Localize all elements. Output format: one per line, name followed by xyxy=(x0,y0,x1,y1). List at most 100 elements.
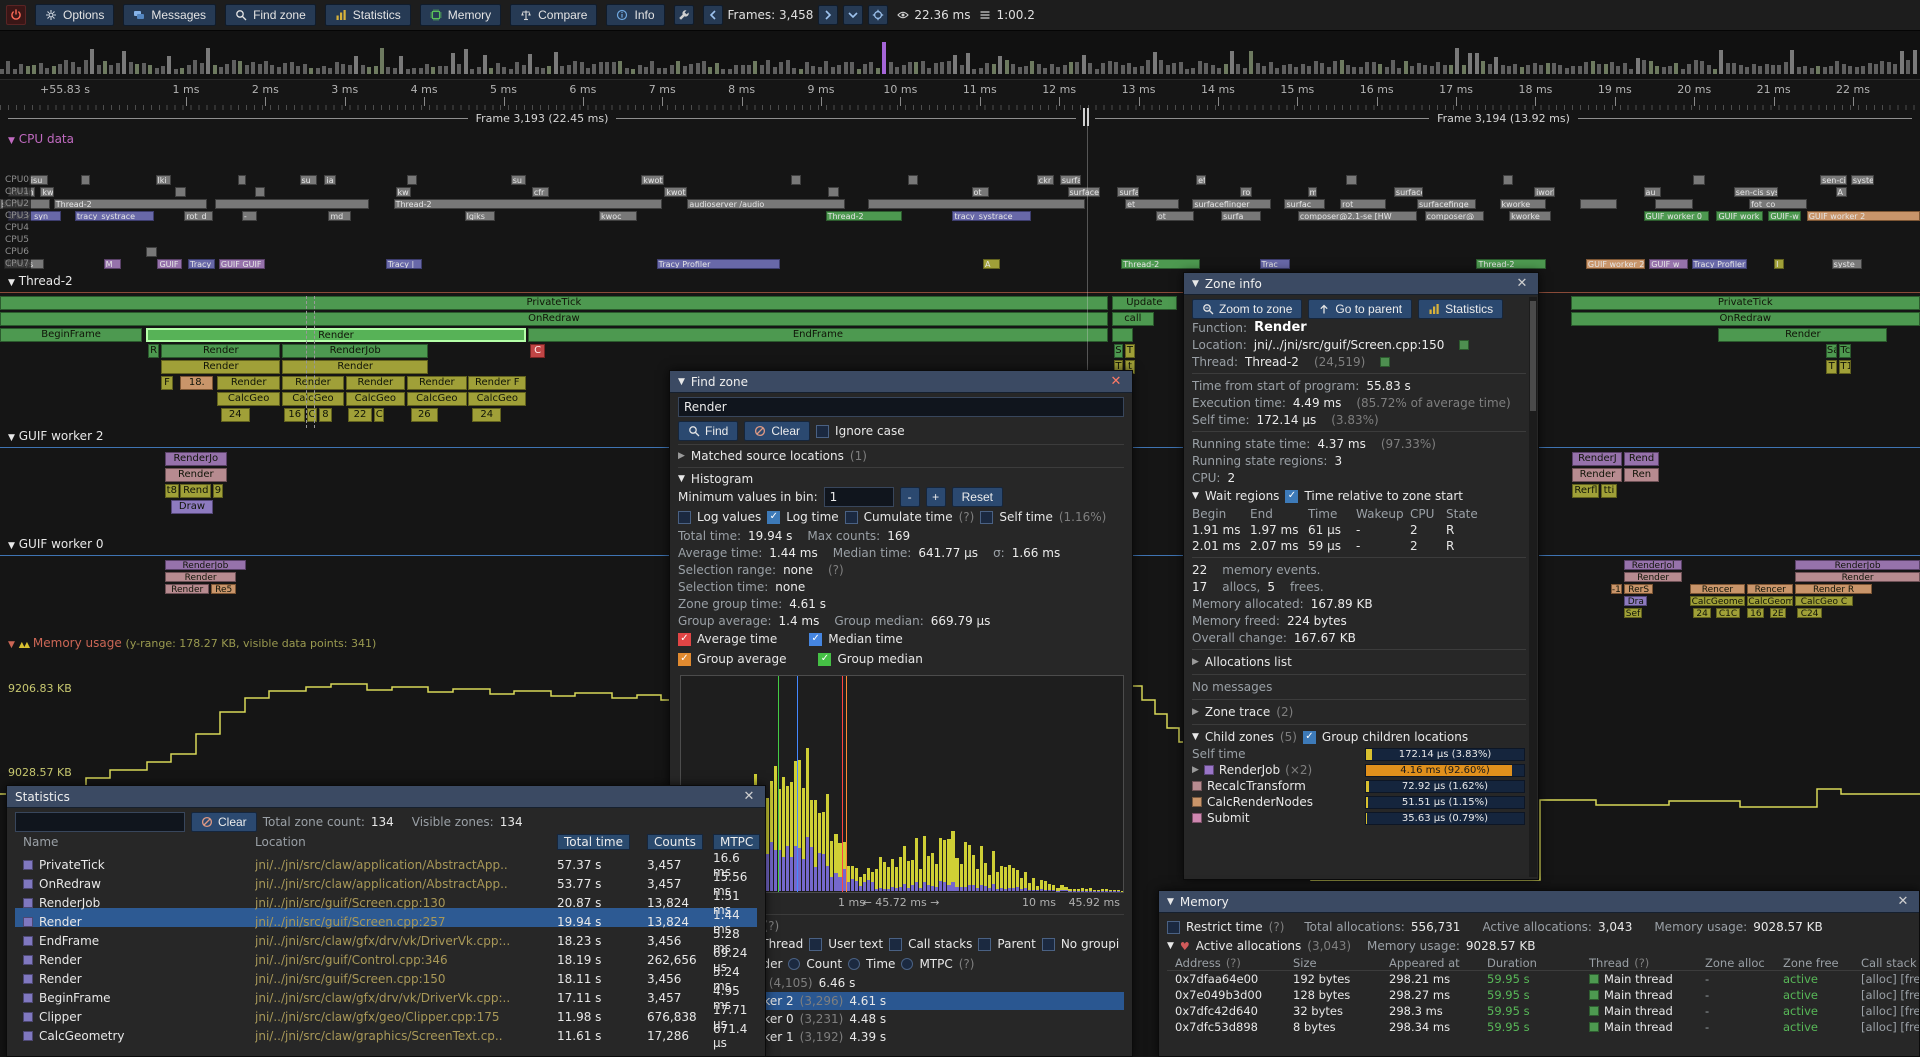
frame-bar[interactable] xyxy=(1668,66,1672,74)
collapse-icon[interactable]: ▼ xyxy=(1192,732,1199,742)
cpu-zone[interactable]: surfac xyxy=(1284,199,1324,209)
frame-bar[interactable] xyxy=(721,69,725,74)
cpu-zone[interactable] xyxy=(81,175,91,185)
timeline-zone[interactable]: C xyxy=(374,408,384,422)
frame-bar[interactable] xyxy=(1455,48,1459,74)
collapse-icon[interactable]: ▼ xyxy=(678,474,685,484)
cpu-zone[interactable]: composer@2.1-se [HW xyxy=(1298,211,1417,221)
prev-frame-button[interactable] xyxy=(703,5,723,25)
timeline-zone[interactable]: Rerfl xyxy=(1572,484,1599,498)
wait-table-row[interactable]: 2.01 ms2.07 ms59 μs-2R xyxy=(1192,538,1526,554)
histogram-bar[interactable] xyxy=(887,867,890,891)
timeline-zone[interactable]: RenderJob xyxy=(165,560,246,570)
frame-bar[interactable] xyxy=(1249,51,1253,74)
timeline-zone[interactable]: Render F xyxy=(468,376,526,390)
collapse-icon[interactable]: ▼ xyxy=(1167,897,1174,907)
frame-bar[interactable] xyxy=(934,63,938,75)
column-header[interactable]: Address(?) xyxy=(1175,956,1293,970)
frame-bar[interactable] xyxy=(1288,64,1292,74)
frame-bar[interactable] xyxy=(1166,65,1170,74)
frame-bar[interactable] xyxy=(45,68,49,74)
cpu-data-header[interactable]: ▼ CPU data xyxy=(8,132,74,146)
cpu-zone[interactable]: sen-cis xyxy=(1820,175,1847,185)
table-row[interactable]: Renderjni/../jni/src/guif/Screen.cpp:257… xyxy=(15,908,757,927)
frame-bar[interactable] xyxy=(258,64,262,74)
cpu-zone[interactable]: kw xyxy=(396,187,411,197)
column-header[interactable]: Duration xyxy=(1487,956,1589,970)
cpu-zone[interactable]: md xyxy=(328,211,351,221)
collapse-icon[interactable]: ▼ xyxy=(1192,279,1199,289)
frame-bar[interactable] xyxy=(992,64,996,74)
cpu-zone[interactable]: surface! xyxy=(1060,175,1081,185)
cpu-zone[interactable]: surfacefing xyxy=(1394,187,1423,197)
cpu-zone[interactable]: M xyxy=(104,259,121,269)
timeline-zone[interactable]: Render xyxy=(217,376,280,390)
timeline-zone[interactable]: EndFrame xyxy=(528,328,1108,342)
frame-bar[interactable] xyxy=(502,67,506,74)
group-by-option-checkbox[interactable] xyxy=(978,938,991,951)
frame-bar[interactable] xyxy=(1307,66,1311,74)
cpu-zone[interactable]: kworke xyxy=(1509,211,1551,221)
frame-bar[interactable] xyxy=(148,65,152,74)
frame-bar[interactable] xyxy=(1423,65,1427,74)
frame-bar[interactable] xyxy=(638,65,642,74)
sort-column-header[interactable]: MTPC xyxy=(713,834,760,850)
frame-bar[interactable] xyxy=(1887,62,1891,74)
frame-bar[interactable] xyxy=(122,51,126,74)
frame-bar[interactable] xyxy=(1294,67,1298,74)
frame-bar[interactable] xyxy=(1011,64,1015,74)
cpu-zone[interactable]: kwot xyxy=(664,187,687,197)
frame-bar[interactable] xyxy=(206,48,210,74)
frame-bar[interactable] xyxy=(71,62,75,74)
frame-bar[interactable] xyxy=(1694,60,1698,74)
timeline-zone[interactable]: 24 xyxy=(221,408,250,422)
cpu-zone[interactable]: rot xyxy=(1340,199,1386,209)
frame-bar[interactable] xyxy=(361,65,365,74)
timeline-zone[interactable]: CalcGeo xyxy=(346,392,406,406)
frame-bar[interactable] xyxy=(908,62,912,74)
frame-bar[interactable] xyxy=(425,64,429,74)
legend-checkbox[interactable] xyxy=(678,653,691,666)
frame-bar[interactable] xyxy=(213,65,217,74)
cpu-zone[interactable] xyxy=(146,247,158,257)
cpu-zone[interactable]: iworke xyxy=(1534,187,1555,197)
sort-column-header[interactable]: Total time xyxy=(557,834,647,850)
frame-bar[interactable] xyxy=(1075,62,1079,74)
reset-button[interactable]: Reset xyxy=(952,487,1003,507)
frame-overview-strip[interactable] xyxy=(0,31,1920,80)
expand-icon[interactable]: ▶ xyxy=(1192,657,1199,667)
frame-bar[interactable] xyxy=(702,61,706,75)
frame-bar[interactable] xyxy=(245,65,249,74)
cpu-zone[interactable] xyxy=(1503,175,1513,185)
frame-bar[interactable] xyxy=(940,62,944,75)
cpu-zone[interactable]: Thread-2 xyxy=(1476,259,1545,269)
frame-bar[interactable] xyxy=(985,63,989,74)
frame-bar[interactable] xyxy=(1623,63,1627,74)
cpu-zone[interactable]: ia xyxy=(324,175,336,185)
timeline-zone[interactable]: Rend xyxy=(180,484,211,498)
timeline-zone[interactable]: RenderJob xyxy=(1795,560,1920,570)
frame-bar[interactable] xyxy=(1378,64,1382,74)
frame-bar[interactable] xyxy=(728,69,732,74)
frame-bar[interactable] xyxy=(1050,64,1054,74)
timeline-zone[interactable]: RenderJol xyxy=(1624,560,1682,570)
timeline-zone[interactable]: Render xyxy=(346,376,406,390)
frame-bar[interactable] xyxy=(882,42,886,74)
cpu-zone[interactable]: ot xyxy=(1156,211,1194,221)
column-header[interactable]: Thread(?) xyxy=(1589,956,1705,970)
cpu-zone[interactable]: Tracy Profiler xyxy=(1692,259,1748,269)
frame-bar[interactable] xyxy=(1726,63,1730,74)
cpu-zone[interactable]: surfaceflinger xyxy=(1192,199,1271,209)
frame-bar[interactable] xyxy=(464,49,468,74)
cpu-zone[interactable]: et xyxy=(1125,199,1179,209)
frame-bar[interactable] xyxy=(1243,68,1247,74)
frame-bar[interactable] xyxy=(1320,63,1324,74)
sort-by-radio[interactable] xyxy=(901,958,913,970)
cpu-zone[interactable] xyxy=(175,187,187,197)
frame-bar[interactable] xyxy=(1604,64,1608,74)
timeline-zone[interactable]: Rend xyxy=(1624,452,1659,466)
sort-by-radio[interactable] xyxy=(848,958,860,970)
frame-marker[interactable]: Frame 3,194 (13.92 ms) xyxy=(1095,110,1912,126)
frame-bar[interactable] xyxy=(1024,66,1028,74)
frame-bar[interactable] xyxy=(1095,69,1099,74)
